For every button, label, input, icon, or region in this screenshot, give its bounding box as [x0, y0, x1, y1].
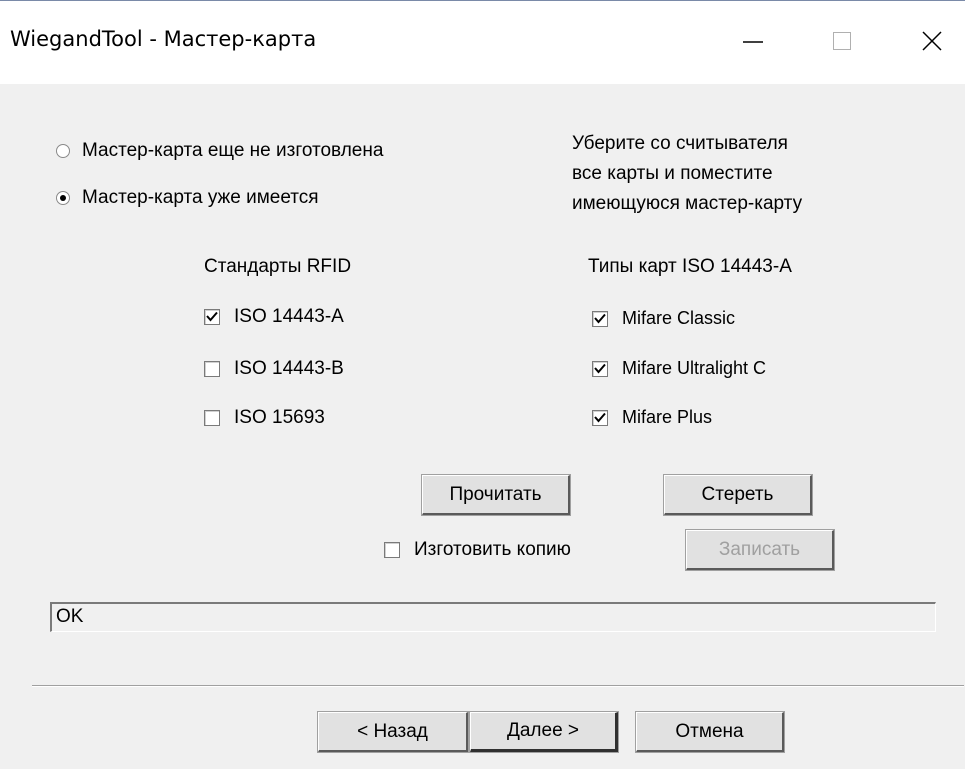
instruction-line: имеющуюся мастер-карту — [572, 193, 803, 214]
checkbox-box — [204, 361, 220, 377]
maximize-button[interactable] — [812, 21, 872, 61]
checkbox-box — [384, 542, 400, 558]
checkbox-label: ISO 14443-A — [234, 306, 344, 327]
minimize-button[interactable] — [723, 21, 783, 61]
checkbox-label: Изготовить копию — [414, 539, 571, 560]
read-button[interactable]: Прочитать — [421, 474, 571, 516]
checkbox-mifare-ultralight-c[interactable]: Mifare Ultralight C — [592, 358, 766, 379]
back-button[interactable]: < Назад — [317, 711, 469, 753]
radio-indicator — [56, 144, 70, 158]
erase-button[interactable]: Стереть — [663, 474, 813, 516]
checkbox-label: ISO 14443-B — [234, 358, 344, 379]
checkbox-box — [592, 310, 608, 327]
checkmark-icon — [206, 311, 218, 322]
write-button[interactable]: Записать — [685, 529, 835, 571]
close-button[interactable] — [902, 21, 962, 61]
checkmark-icon — [594, 363, 606, 374]
radio-label: Мастер-карта еще не изготовлена — [82, 140, 384, 161]
radio-indicator — [56, 191, 70, 205]
checkbox-label: Mifare Classic — [622, 308, 736, 328]
close-icon — [902, 21, 962, 61]
checkbox-label: Mifare Ultralight C — [622, 358, 767, 378]
title-bar: WiegandTool - Мастер-карта — [0, 0, 965, 85]
checkbox-iso-14443a[interactable]: ISO 14443-A — [204, 306, 344, 328]
dialog-body: Мастер-карта еще не изготовлена Мастер-к… — [0, 84, 965, 769]
instruction-text: Уберите со считывателя все карты и помес… — [572, 129, 802, 219]
checkmark-icon — [594, 313, 606, 324]
checkbox-make-copy[interactable]: Изготовить копию — [384, 539, 571, 561]
checkbox-box — [204, 309, 220, 325]
checkbox-box — [592, 360, 608, 377]
checkbox-iso-15693[interactable]: ISO 15693 — [204, 407, 325, 429]
cancel-button[interactable]: Отмена — [635, 711, 785, 753]
checkmark-icon — [594, 412, 606, 423]
checkbox-mifare-classic[interactable]: Mifare Classic — [592, 308, 735, 329]
maximize-icon — [812, 21, 872, 61]
status-field: OK — [50, 602, 936, 632]
window-title: WiegandTool - Мастер-карта — [10, 27, 317, 51]
instruction-line: все карты и поместите — [572, 163, 773, 184]
rfid-standards-title: Стандарты RFID — [204, 256, 352, 277]
radio-master-card-exists[interactable]: Мастер-карта уже имеется — [56, 187, 319, 209]
radio-label: Мастер-карта уже имеется — [82, 187, 319, 208]
divider — [32, 685, 964, 687]
next-button[interactable]: Далее > — [469, 711, 619, 753]
minimize-icon — [723, 21, 783, 61]
checkbox-box — [592, 409, 608, 426]
checkbox-iso-14443b[interactable]: ISO 14443-B — [204, 358, 344, 380]
checkbox-box — [204, 410, 220, 426]
checkbox-label: ISO 15693 — [234, 407, 325, 428]
checkbox-mifare-plus[interactable]: Mifare Plus — [592, 407, 712, 428]
card-types-title: Типы карт ISO 14443-A — [588, 256, 792, 277]
radio-no-master-card[interactable]: Мастер-карта еще не изготовлена — [56, 140, 383, 162]
checkbox-label: Mifare Plus — [622, 407, 713, 427]
instruction-line: Уберите со считывателя — [572, 133, 788, 154]
